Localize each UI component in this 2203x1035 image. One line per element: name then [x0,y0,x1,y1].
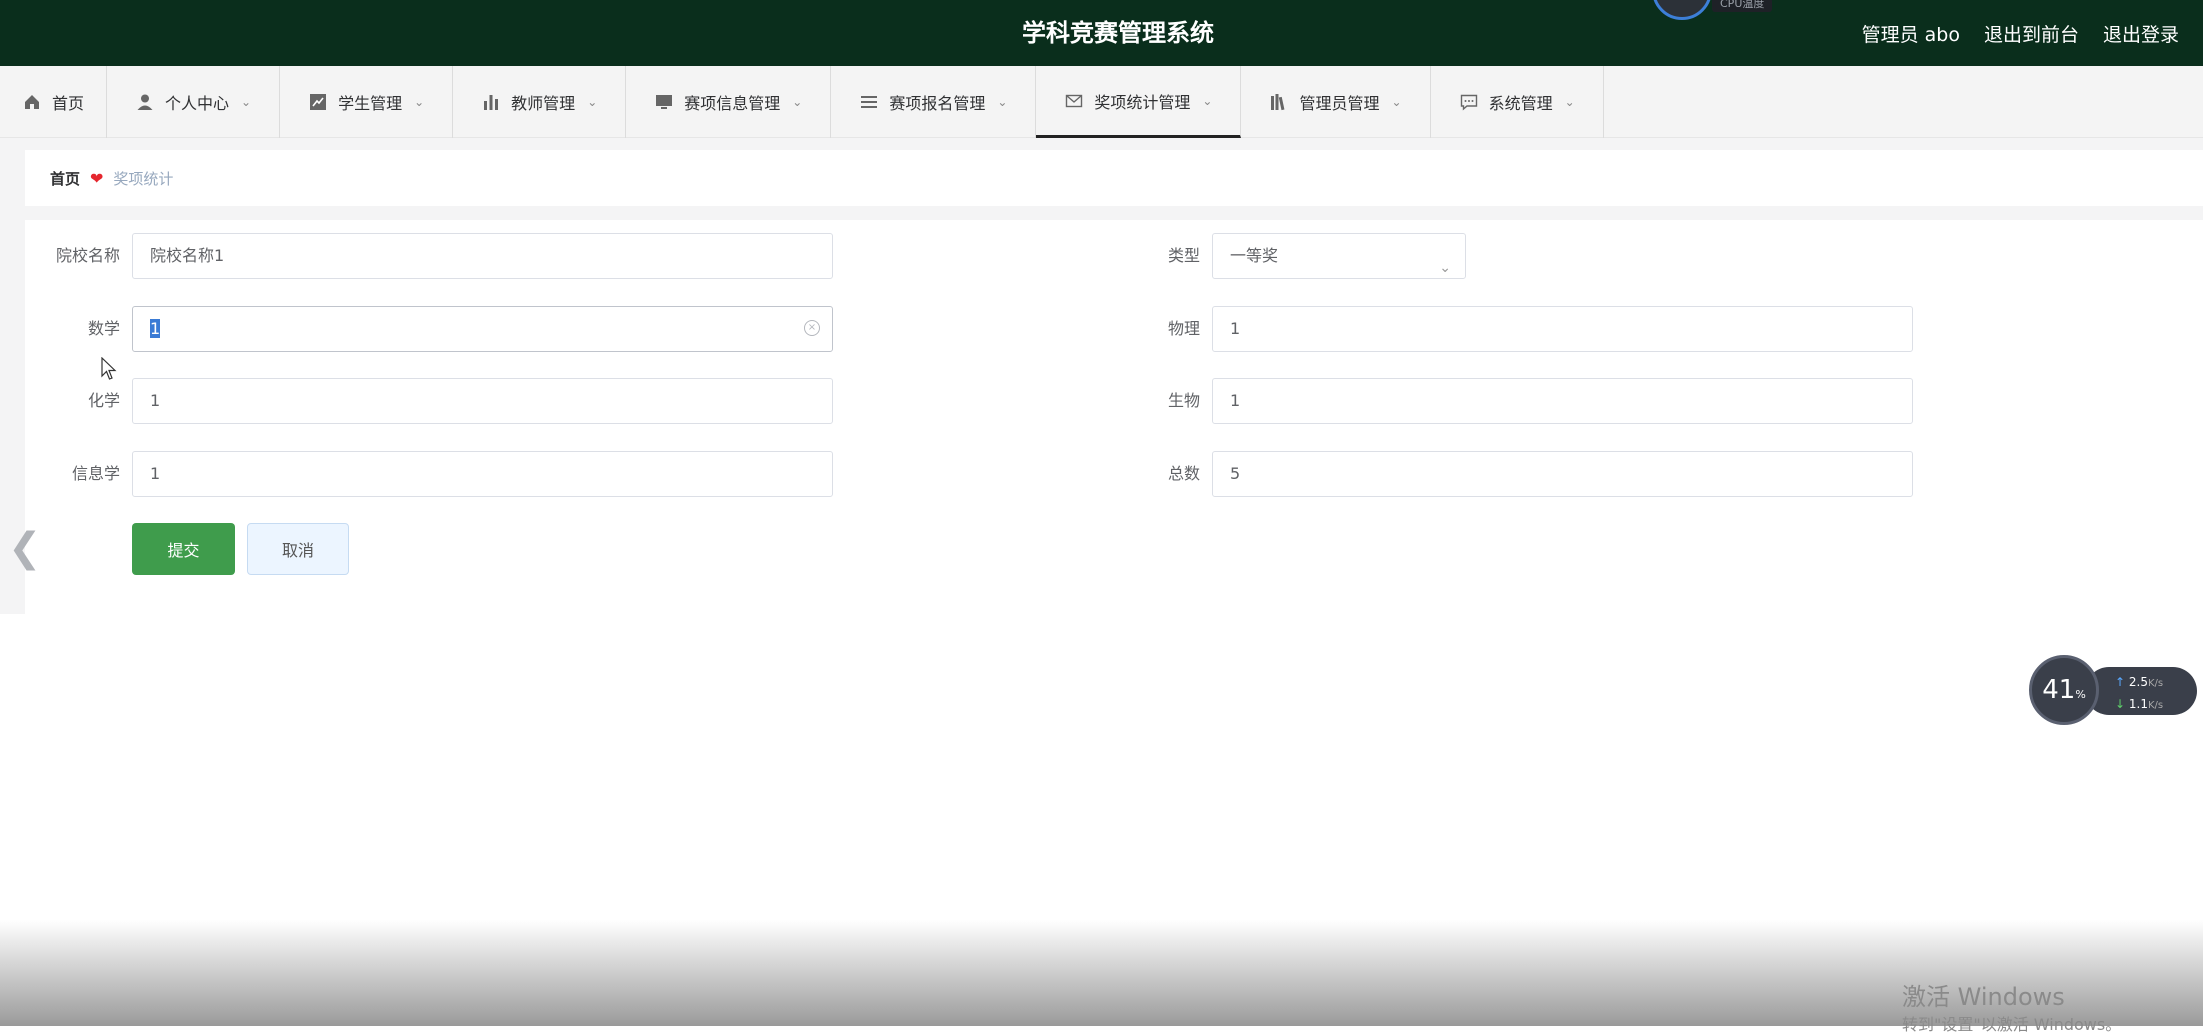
chevron-down-icon: ⌄ [414,95,425,109]
mouse-cursor-icon [101,356,117,385]
math-input[interactable]: 1 × [132,306,833,352]
books-icon [1269,92,1289,112]
total-value: 5 [1230,464,1241,483]
nav-label: 首页 [52,94,85,113]
mail-icon [1064,91,1084,111]
math-value: 1 [150,319,161,338]
school-name-value: 院校名称1 [150,246,225,265]
type-label: 类型 [1167,246,1200,265]
nav-item-event-registration-management[interactable]: 赛项报名管理 ⌄ [831,66,1037,138]
network-speed-pill: ↑ 2.5K/s ↓ 1.1K/s [2085,667,2197,715]
download-speed: 1.1 [2128,697,2148,711]
monitor-icon [654,92,674,112]
admin-username: 管理员 abo [1861,23,1960,46]
chat-icon [1459,92,1479,112]
informatics-label: 信息学 [71,464,120,483]
chemistry-input[interactable]: 1 [132,378,833,424]
physics-input[interactable]: 1 [1212,306,1913,352]
breadcrumb: 首页 ❤ 奖项统计 [25,150,2203,206]
type-select[interactable]: 一等奖 ⌄ [1212,233,1466,279]
nav-label: 管理员管理 [1299,94,1380,113]
nav-label: 赛项报名管理 [889,94,986,113]
nav-label: 教师管理 [511,94,576,113]
user-icon [135,92,155,112]
cancel-button[interactable]: 取消 [247,523,349,575]
nav-label: 赛项信息管理 [684,94,781,113]
biology-value: 1 [1230,391,1241,410]
nav-item-admin-management[interactable]: 管理员管理 ⌄ [1241,66,1431,138]
nav-item-home[interactable]: 首页 [0,66,108,138]
chevron-down-icon: ⌄ [1202,93,1213,108]
nav-label: 奖项统计管理 [1094,92,1191,112]
type-select-value: 一等奖 [1230,246,1279,265]
math-label: 数学 [87,319,120,338]
home-icon [22,92,42,112]
list-icon [859,92,879,112]
school-name-input[interactable]: 院校名称1 [132,233,833,279]
chevron-left-icon[interactable]: ❮ [8,525,42,571]
memory-percent: 41 [2042,675,2076,705]
clear-icon[interactable]: × [804,320,820,336]
informatics-value: 1 [150,464,161,483]
chevron-down-icon: ⌄ [241,95,252,109]
logout-link[interactable]: 退出登录 [2103,20,2179,47]
main-nav: 首页 个人中心 ⌄ 学生管理 ⌄ 教师管理 ⌄ 赛项信息管理 ⌄ 赛项报名管理 … [0,66,2203,138]
breadcrumb-current: 奖项统计 [113,169,174,188]
total-input[interactable]: 5 [1212,451,1913,497]
nav-item-teacher-management[interactable]: 教师管理 ⌄ [453,66,627,138]
nav-item-event-info-management[interactable]: 赛项信息管理 ⌄ [626,66,832,138]
upload-arrow-icon: ↑ [2115,675,2126,689]
total-label: 总数 [1167,464,1200,483]
upload-speed: 2.5 [2128,675,2148,689]
nav-label: 系统管理 [1488,94,1553,113]
chevron-down-icon: ⌄ [792,95,803,109]
nav-label: 个人中心 [165,94,230,113]
biology-input[interactable]: 1 [1212,378,1913,424]
download-arrow-icon: ↓ [2115,697,2126,711]
cpu-label: CPU温度 [1712,0,1773,12]
download-unit: K/s [2147,700,2164,711]
chemistry-value: 1 [150,391,161,410]
network-monitor-widget[interactable]: ↑ 2.5K/s ↓ 1.1K/s 41% [2029,655,2197,725]
windows-activation-title: 激活 Windows [1902,983,2065,1011]
upload-unit: K/s [2147,678,2164,689]
nav-item-student-management[interactable]: 学生管理 ⌄ [280,66,454,138]
breadcrumb-home[interactable]: 首页 [50,168,80,189]
informatics-input[interactable]: 1 [132,451,833,497]
biology-label: 生物 [1167,391,1200,410]
school-name-label: 院校名称 [55,246,120,265]
windows-activation-hint: 转到"设置"以激活 Windows。 [1902,1015,2122,1034]
nav-label: 学生管理 [338,94,403,113]
chevron-down-icon: ⌄ [1391,95,1402,109]
heart-icon: ❤ [90,168,104,188]
memory-usage-circle: 41% [2029,655,2099,725]
back-to-front-link[interactable]: 退出到前台 [1984,20,2079,47]
submit-button[interactable]: 提交 [132,523,235,575]
chart-line-icon [308,92,328,112]
top-header: 学科竞赛管理系统 CPU温度 管理员 abo 退出到前台 退出登录 [0,0,2203,66]
nav-item-personal-center[interactable]: 个人中心 ⌄ [107,66,281,138]
chevron-down-icon: ⌄ [587,95,598,109]
nav-item-award-statistics-management[interactable]: 奖项统计管理 ⌄ [1036,66,1242,138]
bottom-fade [0,920,2203,1026]
physics-label: 物理 [1167,319,1200,338]
chevron-down-icon: ⌄ [1564,95,1575,109]
memory-percent-unit: % [2075,688,2086,701]
physics-value: 1 [1230,319,1241,338]
chevron-down-icon: ⌄ [1439,260,1451,276]
nav-item-system-management[interactable]: 系统管理 ⌄ [1431,66,1604,138]
chevron-down-icon: ⌄ [997,95,1008,109]
top-links: 管理员 abo 退出到前台 退出登录 [1862,0,2203,66]
bar-chart-icon [481,92,501,112]
